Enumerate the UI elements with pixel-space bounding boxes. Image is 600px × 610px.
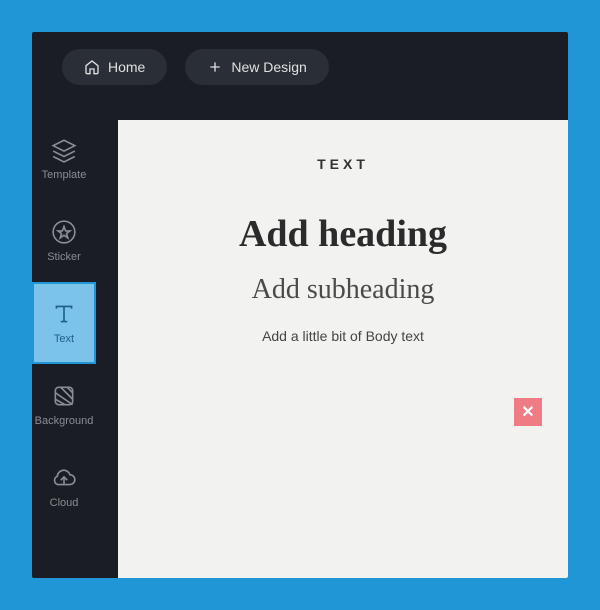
new-design-button-label: New Design [231,59,306,75]
sidebar-item-text[interactable]: Text [32,282,96,364]
sidebar: Template Sticker Text [32,118,96,528]
sidebar-item-cloud[interactable]: Cloud [32,446,96,528]
sidebar-item-label: Cloud [50,497,79,509]
panel-title: TEXT [317,156,369,172]
sidebar-item-sticker[interactable]: Sticker [32,200,96,282]
new-design-button[interactable]: New Design [185,49,328,85]
plus-icon [207,59,223,75]
add-body-text-option[interactable]: Add a little bit of Body text [262,328,424,344]
close-icon: ✕ [521,402,534,422]
star-circle-icon [51,219,77,245]
add-subheading-option[interactable]: Add subheading [252,274,435,306]
pattern-icon [51,383,77,409]
cloud-upload-icon [51,465,77,491]
topbar: Home New Design [32,32,568,102]
text-panel: TEXT Add heading Add subheading Add a li… [118,120,568,578]
sidebar-item-label: Template [42,169,87,181]
layers-icon [51,137,77,163]
close-button[interactable]: ✕ [514,398,542,426]
sidebar-item-label: Sticker [47,251,81,263]
home-icon [84,59,100,75]
text-icon [51,301,77,327]
sidebar-item-label: Background [35,415,94,427]
add-heading-option[interactable]: Add heading [239,212,447,256]
sidebar-item-template[interactable]: Template [32,118,96,200]
sidebar-item-background[interactable]: Background [32,364,96,446]
home-button[interactable]: Home [62,49,167,85]
sidebar-item-label: Text [54,333,74,345]
app-frame: Home New Design Template Sticker [32,32,568,578]
home-button-label: Home [108,59,145,75]
